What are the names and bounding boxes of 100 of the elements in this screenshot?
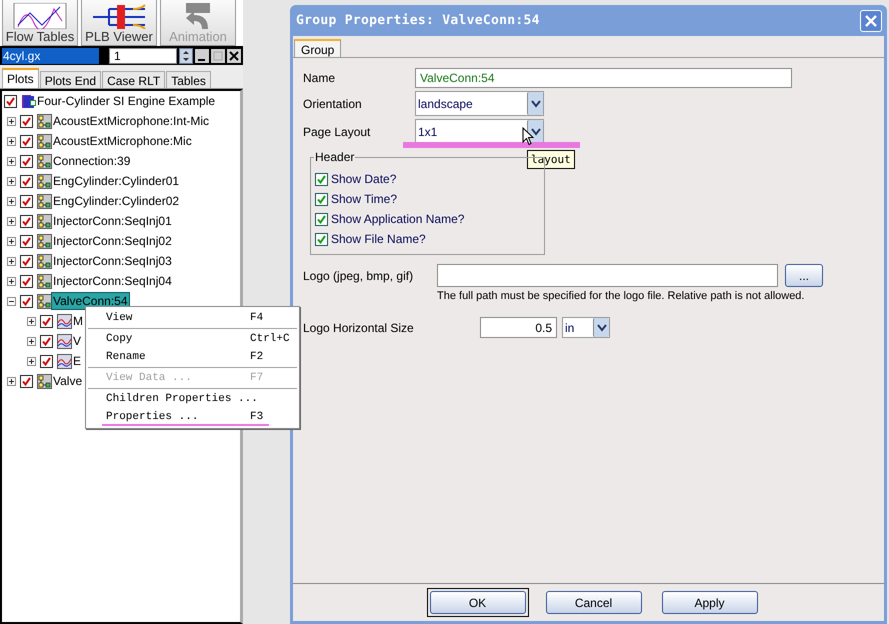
checkbox[interactable] xyxy=(20,274,33,288)
maximize-icon[interactable] xyxy=(211,48,225,62)
checkbox[interactable] xyxy=(20,174,33,188)
tab[interactable]: Case RLT xyxy=(102,71,166,88)
plot-icon xyxy=(57,354,72,368)
checkbox[interactable] xyxy=(315,192,328,206)
tree-item[interactable]: AcoustExtMicrophone:Mic xyxy=(52,133,193,149)
tree-item[interactable]: InjectorConn:SeqInj03 xyxy=(52,253,173,269)
tree-item[interactable]: Four-Cylinder SI Engine Example xyxy=(36,93,216,109)
tree-item[interactable]: InjectorConn:SeqInj01 xyxy=(52,213,173,229)
spin-arrows-icon[interactable] xyxy=(179,48,193,64)
chevron-icon xyxy=(530,100,540,108)
tree-item[interactable]: Connection:39 xyxy=(52,153,132,169)
field-label: Orientation xyxy=(303,96,363,110)
dialog-button[interactable]: Cancel xyxy=(546,591,642,614)
tree-item[interactable]: AcoustExtMicrophone:Int-Mic xyxy=(52,113,210,129)
input-field[interactable]: ValveConn:54 xyxy=(415,68,792,88)
field-label: Page Layout xyxy=(303,124,372,138)
menu-item[interactable]: Children Properties ... xyxy=(86,390,299,408)
expand-icon[interactable] xyxy=(26,316,36,326)
checkbox[interactable] xyxy=(40,354,53,368)
tab[interactable]: Plots End xyxy=(40,71,102,88)
tree-item[interactable]: InjectorConn:SeqInj04 xyxy=(52,273,173,289)
field-label: Name xyxy=(303,71,336,85)
tab[interactable]: Group xyxy=(294,39,342,57)
expand-icon[interactable] xyxy=(6,216,16,226)
book-icon xyxy=(21,94,36,108)
node-group-icon xyxy=(37,274,52,288)
expand-icon[interactable] xyxy=(6,276,16,286)
menu-item[interactable]: Copy Ctrl+C xyxy=(86,330,299,348)
minimize-icon[interactable] xyxy=(195,48,209,62)
tree-item[interactable]: InjectorConn:SeqInj02 xyxy=(52,233,173,249)
checkbox-label: Show Date? xyxy=(331,172,396,186)
checkbox[interactable] xyxy=(20,214,33,228)
browse-button[interactable]: ... xyxy=(785,264,823,287)
checkbox[interactable] xyxy=(20,294,33,308)
node-group-icon xyxy=(37,154,52,168)
checkbox[interactable] xyxy=(40,334,53,348)
expand-icon[interactable] xyxy=(6,176,16,186)
expand-icon[interactable] xyxy=(26,356,36,366)
expand-icon[interactable] xyxy=(6,376,16,386)
dialog-title: Group Properties: ValveConn:54 xyxy=(296,13,540,28)
help-text: The full path must be specified for the logo file. Relative path is not allowed. xyxy=(437,290,806,302)
node-group-icon xyxy=(37,214,52,228)
node-group-icon xyxy=(37,234,52,248)
close-icon xyxy=(865,14,877,26)
menu-item[interactable]: Rename F2 xyxy=(86,348,299,366)
menu-item[interactable]: Properties ... F3 xyxy=(86,408,299,426)
expand-icon[interactable] xyxy=(6,196,16,206)
checkbox[interactable] xyxy=(315,172,328,186)
checkbox[interactable] xyxy=(40,314,53,328)
close-button[interactable] xyxy=(860,10,882,32)
checkbox[interactable] xyxy=(315,212,328,226)
close-icon[interactable] xyxy=(227,48,241,62)
field-label: Logo (jpeg, bmp, gif) xyxy=(303,268,414,282)
checkbox[interactable] xyxy=(20,114,33,128)
dialog-button[interactable]: OK xyxy=(430,591,526,614)
dropdown[interactable]: landscape xyxy=(415,91,544,116)
chevron-icon xyxy=(596,324,606,332)
checkbox-label: Show Time? xyxy=(331,192,398,206)
tree-item[interactable]: Valve xyxy=(52,373,84,389)
input-field[interactable] xyxy=(437,264,778,287)
checkbox-label: Show Application Name? xyxy=(331,212,464,226)
expand-icon[interactable] xyxy=(6,136,16,146)
tree-item[interactable]: E xyxy=(72,353,82,369)
collapse-icon[interactable] xyxy=(6,296,16,306)
checkbox[interactable] xyxy=(20,194,33,208)
dialog-button[interactable]: Apply xyxy=(662,591,758,614)
checkbox[interactable] xyxy=(20,234,33,248)
group-title: Header xyxy=(314,150,356,164)
checkbox[interactable] xyxy=(20,374,33,388)
expand-icon[interactable] xyxy=(6,116,16,126)
tab[interactable]: Tables xyxy=(166,71,211,88)
expand-icon[interactable] xyxy=(6,236,16,246)
menu-item[interactable]: View F4 xyxy=(86,309,299,327)
checkbox[interactable] xyxy=(20,154,33,168)
expand-icon[interactable] xyxy=(6,156,16,166)
spin-field[interactable]: 1 xyxy=(109,48,177,64)
tree-item[interactable]: EngCylinder:Cylinder01 xyxy=(52,173,180,189)
tree-item[interactable]: V xyxy=(72,333,82,349)
field-label: Logo Horizontal Size xyxy=(303,320,415,334)
tree-item[interactable]: M xyxy=(72,313,84,329)
dropdown[interactable]: in xyxy=(562,317,610,338)
node-group-icon xyxy=(37,134,52,148)
checkbox[interactable] xyxy=(4,94,17,108)
node-group-icon xyxy=(37,374,52,388)
toolbar-button[interactable]: Flow Tables xyxy=(2,0,78,46)
node-group-icon xyxy=(37,294,52,308)
cursor-icon xyxy=(522,127,534,146)
expand-icon[interactable] xyxy=(26,336,36,346)
tree-item[interactable]: EngCylinder:Cylinder02 xyxy=(52,193,180,209)
plot-icon xyxy=(57,334,72,348)
checkbox[interactable] xyxy=(315,232,328,246)
checkbox[interactable] xyxy=(20,134,33,148)
node-group-icon xyxy=(37,194,52,208)
expand-icon[interactable] xyxy=(6,256,16,266)
toolbar-button[interactable]: PLB Viewer xyxy=(81,0,157,46)
tab[interactable]: Plots xyxy=(2,68,39,88)
checkbox[interactable] xyxy=(20,254,33,268)
input-field[interactable]: 0.5 xyxy=(480,317,557,338)
